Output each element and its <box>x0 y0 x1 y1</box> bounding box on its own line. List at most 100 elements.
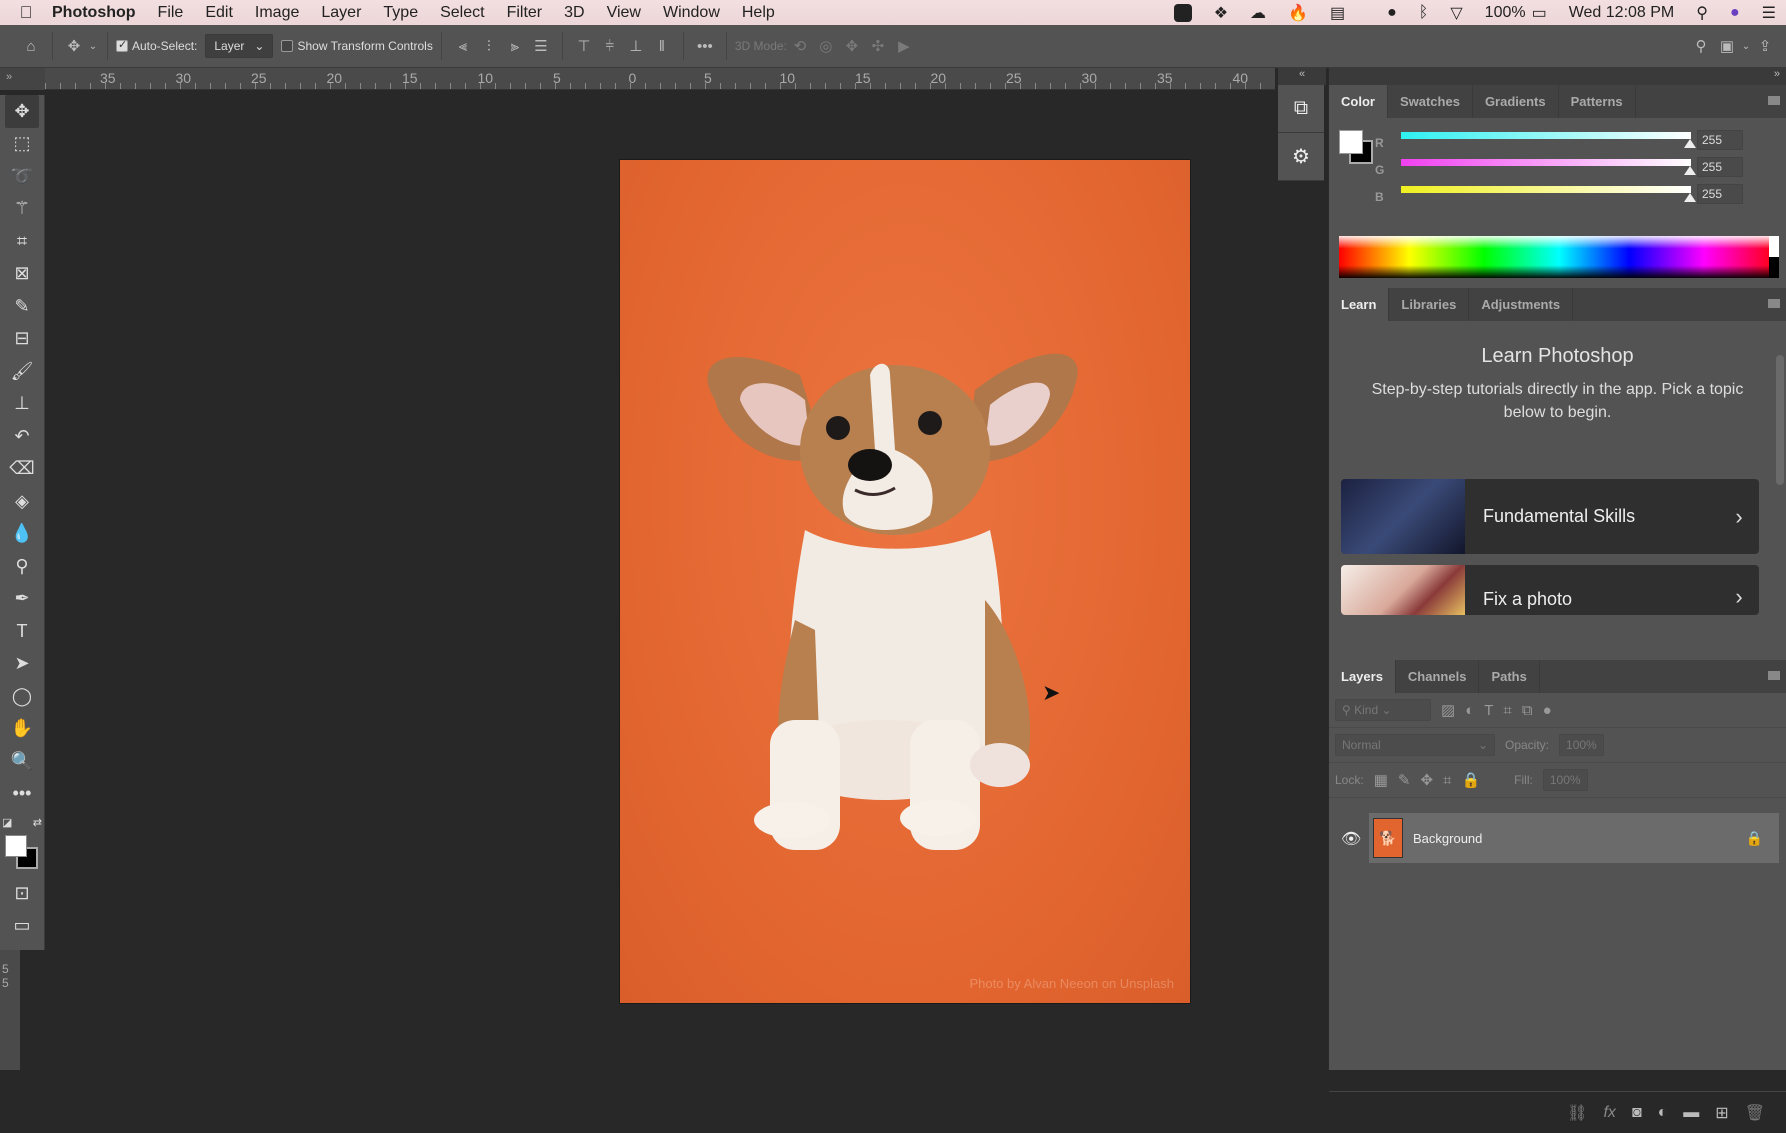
color-panel-menu-icon[interactable] <box>1768 96 1780 105</box>
green-slider-thumb[interactable] <box>1684 166 1696 175</box>
history-panel-icon[interactable]: ⧉ <box>1278 85 1324 133</box>
3d-camera-icon[interactable]: ▶ <box>891 33 917 59</box>
menu-3d[interactable]: 3D <box>564 4 584 22</box>
green-slider-track[interactable] <box>1401 159 1691 166</box>
spotlight-icon[interactable]: ⚲ <box>1696 3 1708 23</box>
opacity-field[interactable]: 100% <box>1559 734 1604 756</box>
blue-slider[interactable]: B 255 <box>1375 184 1744 204</box>
filter-pixel-icon[interactable]: ▨ <box>1441 701 1455 719</box>
menu-view[interactable]: View <box>607 4 641 22</box>
collapse-panels-icon[interactable]: « <box>1278 68 1326 85</box>
search-icon[interactable]: ⚲ <box>1688 33 1714 59</box>
red-slider[interactable]: R 255 <box>1375 130 1744 150</box>
dropbox-icon[interactable]: ❖ <box>1214 3 1228 23</box>
foreground-color-swatch[interactable] <box>1339 130 1363 154</box>
green-value-field[interactable]: 255 <box>1697 157 1743 177</box>
align-hcenter-icon[interactable]: ⫶ <box>476 33 502 59</box>
link-layers-icon[interactable]: ⛓ <box>1567 1103 1587 1123</box>
dodge-tool[interactable]: ⚲ <box>5 550 39 583</box>
share-icon[interactable]: ⇪ <box>1752 33 1778 59</box>
red-value-field[interactable]: 255 <box>1697 130 1743 150</box>
wifi-icon[interactable]: ▽ <box>1450 3 1462 23</box>
tab-patterns[interactable]: Patterns <box>1559 85 1636 118</box>
new-layer-icon[interactable]: ⊞ <box>1715 1103 1728 1123</box>
menu-help[interactable]: Help <box>742 4 775 22</box>
red-slider-thumb[interactable] <box>1684 139 1696 148</box>
distribute-horizontal-icon[interactable]: ☰ <box>528 33 554 59</box>
expand-toolbar-icon[interactable]: » <box>0 68 45 90</box>
home-icon[interactable]: ⌂ <box>18 33 44 59</box>
creative-cloud-icon[interactable]: ☁ <box>1250 3 1266 23</box>
filter-toggle-icon[interactable]: ● <box>1543 702 1552 719</box>
adjustment-layer-icon[interactable]: ◐ <box>1658 1104 1668 1122</box>
eraser-tool[interactable]: ⌫ <box>5 453 39 486</box>
quick-mask-icon[interactable]: ⊡ <box>5 877 39 910</box>
tab-color[interactable]: Color <box>1329 85 1388 118</box>
tab-swatches[interactable]: Swatches <box>1388 85 1473 118</box>
move-tool[interactable]: ✥ <box>5 95 39 128</box>
path-selection-tool[interactable]: ➤ <box>5 648 39 681</box>
swap-colors-icon[interactable]: ⇄ <box>33 816 42 829</box>
calendar-icon[interactable]: ▤ <box>1330 3 1345 23</box>
layer-style-fx-icon[interactable]: fx <box>1603 1104 1615 1122</box>
menu-window[interactable]: Window <box>663 4 720 22</box>
menu-select[interactable]: Select <box>440 4 484 22</box>
lock-artboard-icon[interactable]: ⌗ <box>1443 772 1451 789</box>
layers-panel-menu-icon[interactable] <box>1768 671 1780 680</box>
properties-panel-icon[interactable]: ⚙ <box>1278 133 1324 181</box>
lock-pixels-icon[interactable]: ✎ <box>1398 771 1411 789</box>
filter-smart-object-icon[interactable]: ⧉ <box>1522 702 1533 719</box>
green-slider[interactable]: G 255 <box>1375 157 1744 177</box>
healing-tool[interactable]: ⊟ <box>5 323 39 356</box>
align-left-icon[interactable]: ⫷ <box>450 33 476 59</box>
user-icon[interactable]: ● <box>1387 4 1397 22</box>
align-top-icon[interactable]: ⊤ <box>571 33 597 59</box>
menu-app-name[interactable]: Photoshop <box>52 4 136 22</box>
edit-toolbar[interactable]: ••• <box>5 778 39 811</box>
more-options-icon[interactable]: ••• <box>692 33 718 59</box>
filter-shape-icon[interactable]: ⌗ <box>1503 702 1511 719</box>
pen-tool[interactable]: ✒ <box>5 583 39 616</box>
3d-slide-icon[interactable]: ✣ <box>865 33 891 59</box>
add-mask-icon[interactable]: ◙ <box>1632 1104 1642 1122</box>
menu-image[interactable]: Image <box>255 4 299 22</box>
align-bottom-icon[interactable]: ⊥ <box>623 33 649 59</box>
crop-tool[interactable]: ⌗ <box>5 225 39 258</box>
menu-edit[interactable]: Edit <box>205 4 233 22</box>
marquee-tool[interactable]: ⬚ <box>5 128 39 161</box>
align-right-icon[interactable]: ⫸ <box>502 33 528 59</box>
blue-slider-track[interactable] <box>1401 186 1691 193</box>
fill-field[interactable]: 100% <box>1542 769 1588 791</box>
lock-position-icon[interactable]: ✥ <box>1420 771 1433 789</box>
tab-adjustments[interactable]: Adjustments <box>1469 288 1574 321</box>
record-icon[interactable] <box>1173 3 1192 22</box>
lasso-tool[interactable]: ➰ <box>5 160 39 193</box>
paint-bucket-tool[interactable]: ◈ <box>5 485 39 518</box>
bluetooth-icon[interactable]: ᛒ <box>1419 4 1429 22</box>
document-canvas[interactable]: Photo by Alvan Neeon on Unsplash <box>620 160 1190 1003</box>
learn-panel-menu-icon[interactable] <box>1768 299 1780 308</box>
layer-visibility-eye-icon[interactable]: 👁 <box>1341 829 1361 849</box>
vertical-ruler[interactable]: 5 5 <box>0 950 20 1070</box>
3d-orbit-icon[interactable]: ⟲ <box>787 33 813 59</box>
ellipse-tool[interactable]: ◯ <box>5 680 39 713</box>
tab-paths[interactable]: Paths <box>1479 660 1540 693</box>
card-fundamental-skills[interactable]: Fundamental Skills › <box>1341 479 1759 554</box>
siri-icon[interactable]: ● <box>1730 4 1740 22</box>
menu-file[interactable]: File <box>158 4 184 22</box>
workspace-icon[interactable]: ▣ <box>1714 33 1740 59</box>
default-colors-icon[interactable]: ◪ <box>2 816 12 829</box>
layer-filter-kind[interactable]: ⚲ Kind ⌄ <box>1335 699 1431 721</box>
blur-tool[interactable]: 💧 <box>5 518 39 551</box>
blue-value-field[interactable]: 255 <box>1697 184 1743 204</box>
lock-all-icon[interactable]: 🔒 <box>1461 771 1480 789</box>
expand-panels-icon[interactable]: » <box>1329 68 1786 85</box>
flame-icon[interactable]: 🔥 <box>1288 3 1308 23</box>
hand-tool[interactable]: ✋ <box>5 713 39 746</box>
magic-wand-tool[interactable]: ⚚ <box>5 193 39 226</box>
tab-channels[interactable]: Channels <box>1396 660 1480 693</box>
auto-select-checkbox[interactable] <box>116 38 128 52</box>
layer-row-background[interactable]: 🐕 Background 🔒 <box>1369 813 1779 863</box>
brush-tool[interactable]: 🖌 <box>5 355 39 388</box>
type-tool[interactable]: T <box>5 615 39 648</box>
